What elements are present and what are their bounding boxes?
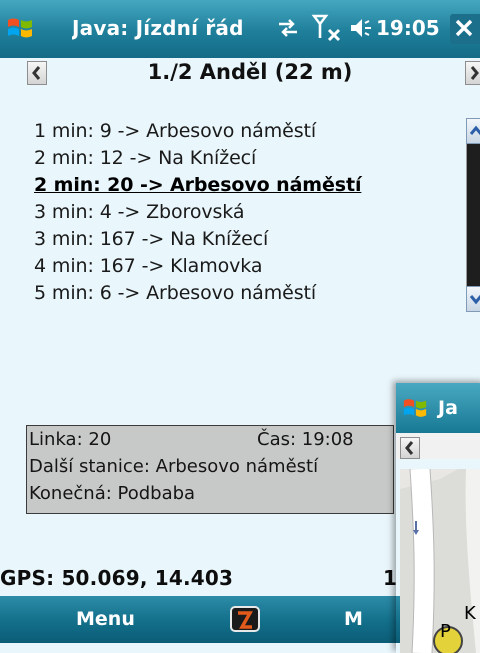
line-number: Linka: 20 [29,429,112,450]
chevron-left-icon [405,441,414,455]
connectivity-icon[interactable] [275,14,301,42]
terminal-station: Konečná: Podbaba [29,483,196,504]
clock[interactable]: 19:05 [376,16,440,40]
keyboard-icon[interactable] [228,601,264,637]
menu-softkey[interactable]: Menu [76,608,135,630]
departure-item[interactable]: 3 min: 4 -> Zborovská [34,199,361,226]
right-softkey[interactable]: M [344,608,363,630]
gps-extra: 1 [383,566,397,590]
departure-list: 1 min: 9 -> Arbesovo náměstí 2 min: 12 -… [34,118,361,307]
departure-item[interactable]: 4 min: 167 -> Klamovka [34,253,361,280]
close-icon[interactable] [450,14,480,44]
window-title: Java: Jízdní řád [72,16,244,40]
departure-item-selected[interactable]: 2 min: 20 -> Arbesovo náměstí [34,172,361,199]
secondary-window-titlebar: Ja [396,383,480,433]
signal-icon[interactable] [311,12,347,44]
secondary-window-nav [396,433,480,459]
status-bar: Java: Jízdní řád 19:05 [0,0,480,58]
gps-coordinates: GPS: 50.069, 14.403 [0,566,234,590]
departure-item[interactable]: 3 min: 167 -> Na Knížecí [34,226,361,253]
map-label: K [464,603,476,624]
departure-item[interactable]: 2 min: 12 -> Na Knížecí [34,145,361,172]
chevron-down-icon [469,295,480,305]
next-stop-button[interactable] [465,61,480,85]
departure-item[interactable]: 1 min: 9 -> Arbesovo náměstí [34,118,361,145]
volume-icon[interactable] [349,16,373,40]
secondary-window-title: Ja [438,397,458,419]
scroll-down-button[interactable] [466,286,480,312]
map-label: P [440,621,451,642]
secondary-window[interactable]: Ja K P [396,383,480,653]
chevron-up-icon [469,125,480,135]
departure-item[interactable]: 5 min: 6 -> Arbesovo náměstí [34,280,361,307]
chevron-right-icon [470,66,479,80]
map-back-button[interactable] [400,437,420,459]
windows-start-icon [403,399,427,417]
next-station: Další stanice: Arbesovo náměstí [29,456,319,477]
scrollbar-track[interactable] [466,118,480,312]
windows-start-icon[interactable] [6,14,34,42]
scroll-up-button[interactable] [466,118,480,144]
stop-header: 1./2 Anděl (22 m) [0,58,480,88]
departure-info-box: Linka: 20 Čas: 19:08 Další stanice: Arbe… [26,425,394,514]
stop-title: 1./2 Anděl (22 m) [147,60,353,84]
departure-time: Čas: 19:08 [257,429,354,450]
